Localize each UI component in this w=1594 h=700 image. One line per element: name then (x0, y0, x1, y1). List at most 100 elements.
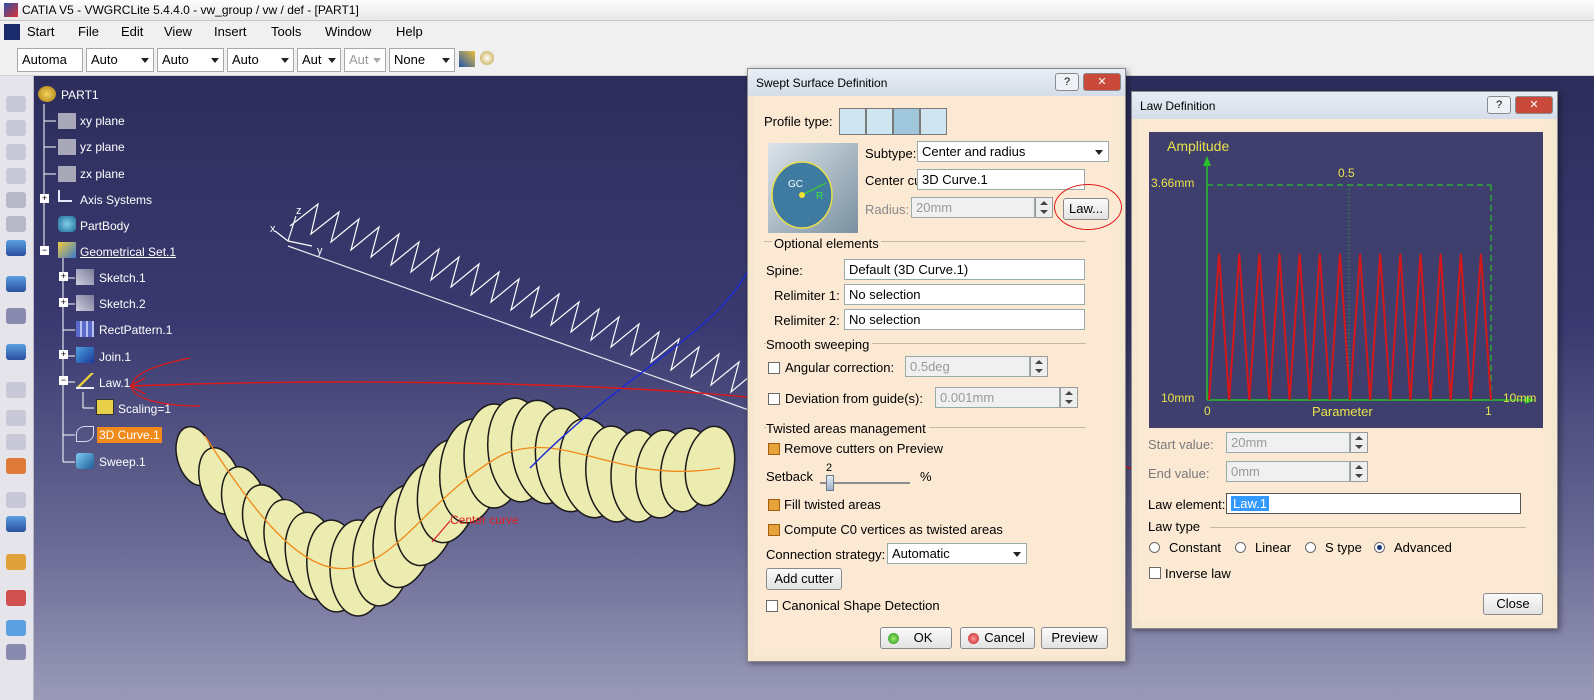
toolbar-combo-6[interactable]: Aut (344, 48, 386, 72)
setback-slider[interactable] (820, 475, 910, 491)
menu-file[interactable]: File (78, 24, 99, 39)
parameter-icon[interactable] (96, 399, 114, 415)
tree-item-geometrical-set[interactable]: Geometrical Set.1 (80, 245, 176, 259)
tool-icon[interactable] (6, 276, 26, 292)
tree-item-axis-systems[interactable]: Axis Systems (80, 193, 152, 207)
menu-help[interactable]: Help (396, 24, 423, 39)
end-value-field[interactable]: 0mm (1226, 461, 1350, 482)
close-dialog-button[interactable]: Close (1483, 593, 1543, 615)
remove-cutters-checkbox[interactable] (768, 443, 780, 455)
tool-icon[interactable] (6, 96, 26, 112)
tree-item-sweep[interactable]: Sweep.1 (99, 455, 146, 469)
tool-icon[interactable] (6, 168, 26, 184)
close-button[interactable]: ✕ (1083, 73, 1121, 91)
tool-icon[interactable] (6, 216, 26, 232)
angular-correction-spinner[interactable] (1030, 356, 1048, 377)
slider-thumb[interactable] (826, 475, 834, 491)
menu-insert[interactable]: Insert (214, 24, 247, 39)
tool-icon[interactable] (6, 516, 26, 532)
tool-icon[interactable] (6, 144, 26, 160)
inverse-law-checkbox[interactable] (1149, 567, 1161, 579)
tree-item-sketch-2[interactable]: Sketch.2 (99, 297, 146, 311)
tree-root-part1[interactable]: PART1 (61, 88, 99, 102)
tool-icon[interactable] (6, 410, 26, 426)
tree-item-xy-plane[interactable]: xy plane (80, 114, 125, 128)
collapse-icon[interactable]: − (59, 376, 68, 385)
menu-start[interactable]: Start (27, 24, 54, 39)
cancel-button[interactable]: Cancel (960, 627, 1035, 649)
profile-conic-icon[interactable] (920, 108, 947, 135)
tool-icon[interactable] (6, 382, 26, 398)
tool-icon[interactable] (6, 644, 26, 660)
tree-item-yz-plane[interactable]: yz plane (80, 140, 125, 154)
expand-icon[interactable]: + (59, 298, 68, 307)
canonical-shape-checkbox[interactable] (766, 600, 778, 612)
law-type-constant-radio[interactable] (1149, 542, 1160, 553)
expand-icon[interactable]: + (59, 350, 68, 359)
fill-twisted-checkbox[interactable] (768, 499, 780, 511)
tool-icon[interactable] (6, 554, 26, 570)
tree-item-rectpattern[interactable]: RectPattern.1 (99, 323, 172, 337)
tool-icon[interactable] (6, 120, 26, 136)
profile-explicit-icon[interactable] (839, 108, 866, 135)
connection-strategy-select[interactable]: Automatic (887, 543, 1027, 564)
start-value-field[interactable]: 20mm (1226, 432, 1350, 453)
sketch-icon[interactable] (76, 269, 94, 285)
join-icon[interactable] (76, 347, 94, 363)
menu-window[interactable]: Window (325, 24, 371, 39)
plane-icon[interactable] (58, 166, 76, 182)
tool-icon[interactable] (6, 620, 26, 636)
collapse-icon[interactable]: − (40, 246, 49, 255)
subtype-select[interactable]: Center and radius (917, 141, 1109, 162)
deviation-field[interactable]: 0.001mm (935, 387, 1060, 408)
menu-tools[interactable]: Tools (271, 24, 301, 39)
tool-icon[interactable] (6, 240, 26, 256)
material-icon[interactable] (480, 51, 494, 65)
geometrical-set-icon[interactable] (58, 242, 76, 258)
help-button[interactable]: ? (1487, 96, 1511, 114)
center-curve-field[interactable]: 3D Curve.1 (917, 169, 1085, 190)
law-type-stype-radio[interactable] (1305, 542, 1316, 553)
radius-field[interactable]: 20mm (911, 197, 1035, 218)
radius-spinner[interactable] (1035, 197, 1053, 218)
expand-icon[interactable]: + (40, 194, 49, 203)
start-value-spinner[interactable] (1350, 432, 1368, 453)
tool-icon[interactable] (6, 458, 26, 474)
sketch-icon[interactable] (76, 295, 94, 311)
curve-icon[interactable] (76, 426, 94, 442)
toolbar-combo-1[interactable]: Automa (17, 48, 83, 72)
tree-item-sketch-1[interactable]: Sketch.1 (99, 271, 146, 285)
end-value-spinner[interactable] (1350, 461, 1368, 482)
law-icon[interactable] (76, 373, 94, 389)
part-icon[interactable] (38, 86, 56, 102)
tool-icon[interactable] (6, 434, 26, 450)
law-element-field[interactable]: Law.1 (1226, 493, 1521, 514)
relimiter2-field[interactable]: No selection (844, 309, 1085, 330)
tree-item-zx-plane[interactable]: zx plane (80, 167, 125, 181)
spine-field[interactable]: Default (3D Curve.1) (844, 259, 1085, 280)
axis-system-icon[interactable] (58, 190, 72, 202)
sweep-solid[interactable] (170, 396, 741, 617)
toolbar-combo-3[interactable]: Auto (157, 48, 224, 72)
relimiter1-field[interactable]: No selection (844, 284, 1085, 305)
tool-icon[interactable] (6, 590, 26, 606)
profile-line-icon[interactable] (866, 108, 893, 135)
partbody-icon[interactable] (58, 216, 76, 232)
plane-icon[interactable] (58, 139, 76, 155)
compute-c0-checkbox[interactable] (768, 524, 780, 536)
sweep-icon[interactable] (76, 453, 94, 469)
toolbar-combo-4[interactable]: Auto (227, 48, 294, 72)
tool-icon[interactable] (6, 492, 26, 508)
angular-correction-checkbox[interactable] (768, 362, 780, 374)
profile-circle-icon[interactable] (893, 108, 920, 135)
close-button[interactable]: ✕ (1515, 96, 1553, 114)
deviation-spinner[interactable] (1060, 387, 1078, 408)
tree-item-join[interactable]: Join.1 (99, 350, 131, 364)
law-type-advanced-radio[interactable] (1374, 542, 1385, 553)
preview-button[interactable]: Preview (1041, 627, 1108, 649)
menu-view[interactable]: View (164, 24, 192, 39)
toolbar-combo-5[interactable]: Aut (297, 48, 341, 72)
angular-correction-field[interactable]: 0.5deg (905, 356, 1030, 377)
ok-button[interactable]: OK (880, 627, 952, 649)
help-button[interactable]: ? (1055, 73, 1079, 91)
